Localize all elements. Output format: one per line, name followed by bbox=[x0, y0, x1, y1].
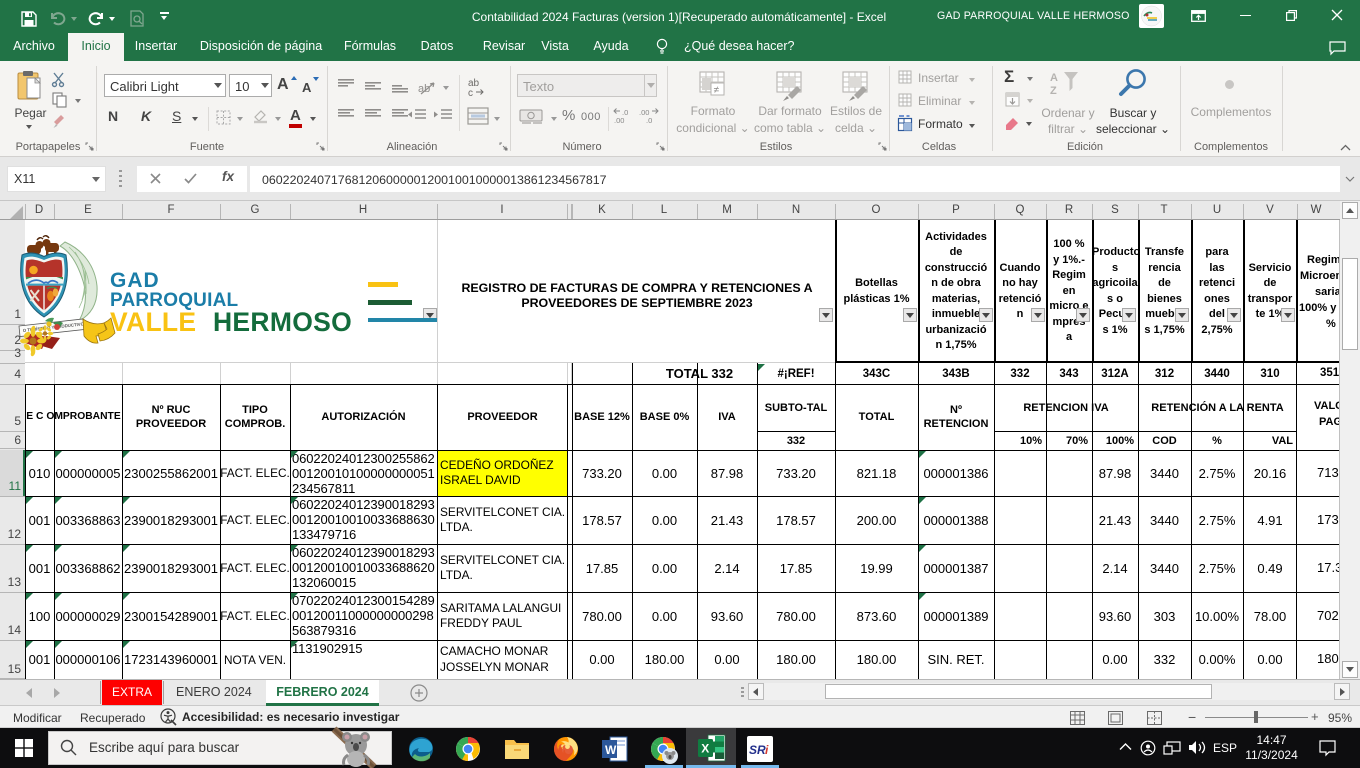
svg-text:X: X bbox=[701, 742, 709, 756]
svg-text:.00: .00 bbox=[614, 116, 624, 125]
svg-text:SR: SR bbox=[749, 743, 766, 757]
svg-text:Z: Z bbox=[1050, 85, 1057, 97]
svg-text:i: i bbox=[765, 743, 769, 757]
svg-text:HERMOSO: HERMOSO bbox=[213, 307, 352, 337]
svg-text:c: c bbox=[468, 88, 473, 99]
svg-text:≠: ≠ bbox=[714, 85, 720, 96]
svg-text:.0: .0 bbox=[646, 116, 652, 125]
svg-text:GAD: GAD bbox=[110, 269, 160, 292]
svg-text:ab: ab bbox=[418, 83, 430, 95]
svg-text:W: W bbox=[605, 743, 617, 757]
svg-text:VALLE: VALLE bbox=[110, 307, 196, 337]
svg-text:A: A bbox=[1050, 72, 1058, 84]
